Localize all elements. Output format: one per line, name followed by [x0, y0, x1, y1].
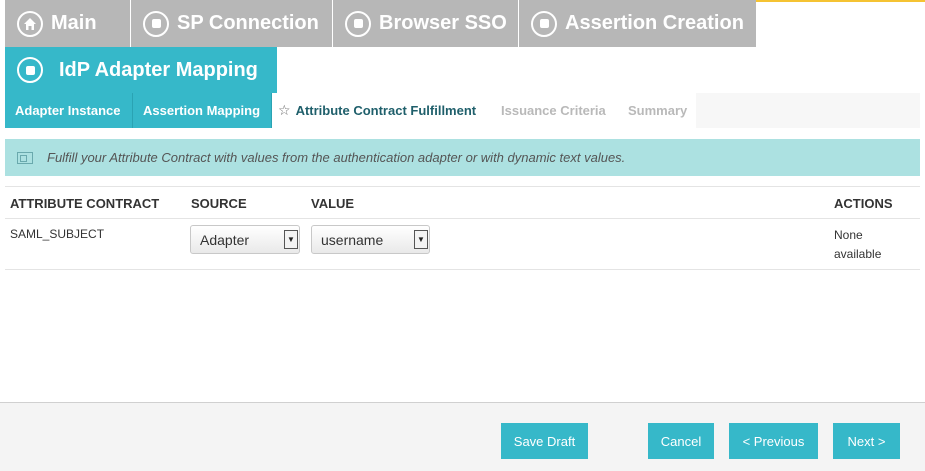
subtab-attribute-contract-fulfillment[interactable]: ☆ Attribute Contract Fulfillment [272, 93, 491, 128]
nav-tab-browser-sso-label: Browser SSO [379, 12, 507, 34]
table-header: ATTRIBUTE CONTRACT SOURCE VALUE ACTIONS [5, 186, 920, 219]
value-select[interactable]: username ▼ [311, 225, 430, 254]
info-text: Fulfill your Attribute Contract with val… [47, 150, 626, 165]
source-select[interactable]: Adapter ▼ [190, 225, 300, 254]
star-icon: ☆ [278, 102, 291, 118]
nav-tab-main-label: Main [51, 12, 97, 34]
attribute-name: SAML_SUBJECT [10, 227, 105, 241]
table-row: SAML_SUBJECT Adapter ▼ username ▼ None a… [5, 219, 920, 270]
column-header-attribute-contract: ATTRIBUTE CONTRACT [10, 196, 160, 211]
subtab-assertion-mapping[interactable]: Assertion Mapping [133, 93, 272, 128]
stop-circle-icon [531, 10, 557, 37]
nav-tab-assertion-creation-label: Assertion Creation [565, 12, 744, 34]
subtab-adapter-instance[interactable]: Adapter Instance [5, 93, 133, 128]
nav-tab-sp-connection[interactable]: SP Connection [131, 0, 332, 47]
home-icon [17, 10, 43, 37]
subtab-issuance-criteria[interactable]: Issuance Criteria [491, 93, 618, 128]
stop-circle-icon [17, 57, 43, 83]
info-panel-icon [17, 151, 33, 164]
nav-tab-sp-connection-label: SP Connection [177, 12, 319, 34]
value-select-value: username [321, 231, 384, 248]
subtab-bar-filler [696, 93, 920, 128]
previous-button[interactable]: < Previous [729, 423, 818, 459]
column-header-source: SOURCE [191, 196, 247, 211]
footer-bar: Save Draft Cancel < Previous Next > [0, 402, 925, 471]
next-button[interactable]: Next > [833, 423, 900, 459]
save-draft-button[interactable]: Save Draft [501, 423, 588, 459]
row-actions: None available [834, 228, 882, 261]
info-banner: Fulfill your Attribute Contract with val… [5, 139, 920, 176]
column-header-actions: ACTIONS [834, 196, 893, 211]
chevron-down-icon[interactable]: ▼ [414, 230, 428, 249]
section-idp-adapter-mapping[interactable]: IdP Adapter Mapping [5, 47, 277, 93]
section-title: IdP Adapter Mapping [59, 58, 258, 81]
chevron-down-icon[interactable]: ▼ [284, 230, 298, 249]
subtab-adapter-instance-label: Adapter Instance [15, 103, 121, 118]
top-navigation: Main SP Connection Browser SSO Assertion… [0, 0, 925, 47]
subtab-issuance-criteria-label: Issuance Criteria [501, 103, 606, 118]
stop-circle-icon [143, 10, 169, 37]
column-header-value: VALUE [311, 196, 355, 211]
top-accent-strip [756, 0, 925, 2]
source-select-value: Adapter [200, 231, 250, 248]
subtab-summary-label: Summary [628, 103, 688, 118]
subtab-attribute-contract-fulfillment-label: Attribute Contract Fulfillment [295, 103, 477, 118]
subtab-summary[interactable]: Summary [618, 93, 696, 128]
nav-tab-assertion-creation[interactable]: Assertion Creation [519, 0, 756, 47]
stop-circle-icon [345, 10, 371, 37]
subtab-assertion-mapping-label: Assertion Mapping [143, 103, 261, 118]
nav-tab-main[interactable]: Main [5, 0, 130, 47]
sub-tabs: Adapter Instance Assertion Mapping ☆ Att… [5, 93, 696, 128]
nav-tab-browser-sso[interactable]: Browser SSO [333, 0, 518, 47]
cancel-button[interactable]: Cancel [648, 423, 714, 459]
